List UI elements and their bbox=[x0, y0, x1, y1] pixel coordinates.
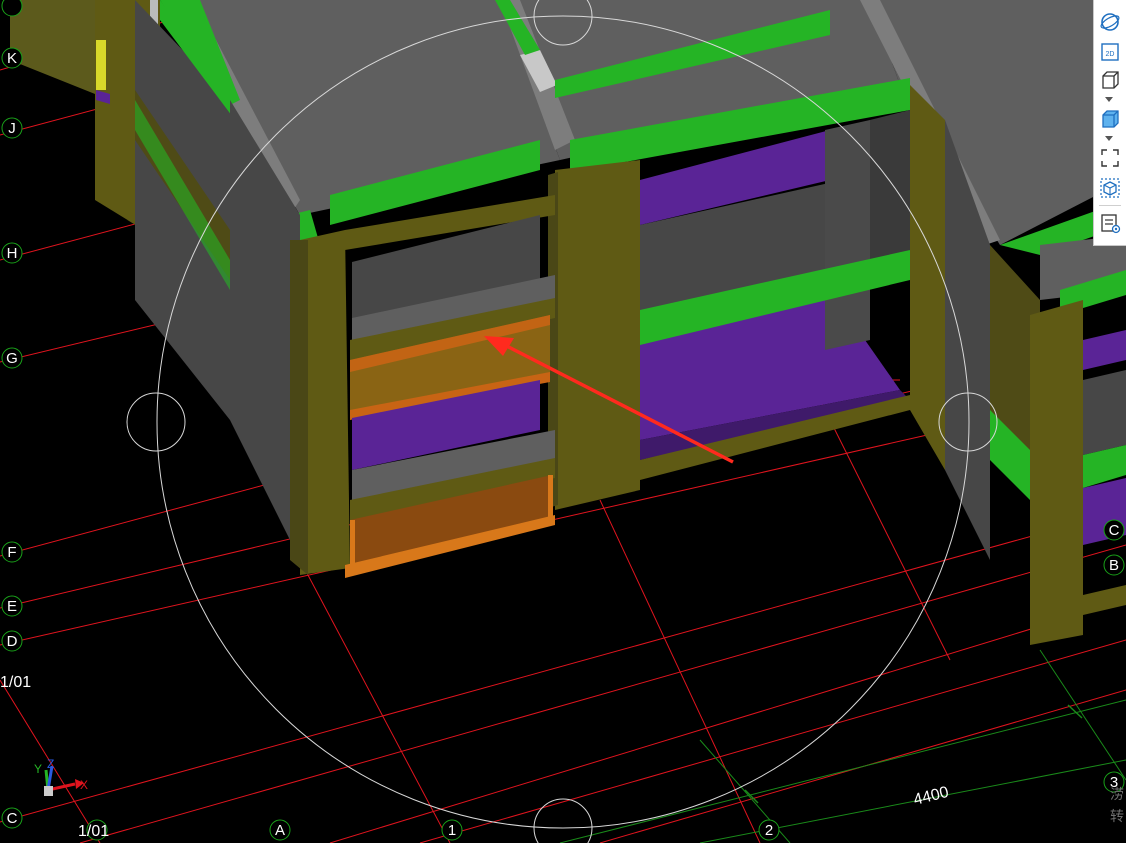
central-building bbox=[160, 0, 1126, 645]
scene-canvas[interactable]: K J H G F E D C A 1 2 3 B C 1/01 1/01 44… bbox=[0, 0, 1126, 843]
axis-label-e: E bbox=[7, 598, 17, 615]
zoom-extents-button[interactable] bbox=[1098, 146, 1122, 170]
interior-column-back bbox=[870, 110, 910, 260]
shaded-cube-icon bbox=[1102, 110, 1119, 128]
axis-label-j: J bbox=[8, 120, 16, 137]
grid-line-b bbox=[79, 544, 1126, 843]
far-front-column bbox=[1030, 300, 1083, 645]
right-column bbox=[910, 85, 945, 470]
axis-label-c: C bbox=[7, 810, 18, 827]
2d-view-button[interactable]: 2D bbox=[1098, 40, 1122, 64]
properties-panel-icon bbox=[1101, 214, 1121, 234]
axis-label-partial-row: 1/01 bbox=[0, 674, 31, 691]
ucs-z-label: Z bbox=[47, 757, 54, 771]
3d-model-viewport[interactable]: K J H G F E D C A 1 2 3 B C 1/01 1/01 44… bbox=[0, 0, 1126, 843]
axis-label-h: H bbox=[7, 245, 18, 262]
wireframe-view-button[interactable] bbox=[1098, 68, 1122, 92]
left-building-yellow-panel bbox=[96, 40, 106, 90]
front-left-column-side bbox=[290, 240, 308, 575]
right-edge-text-1: 涝 bbox=[1110, 787, 1124, 803]
orbit-button[interactable] bbox=[1098, 10, 1122, 34]
view-cube-icon bbox=[1100, 178, 1120, 198]
axis-label-d: D bbox=[7, 633, 18, 650]
toolbar-separator bbox=[1099, 205, 1121, 206]
grid-line-diag-4 bbox=[599, 499, 761, 843]
orbit-handle-left[interactable] bbox=[126, 392, 186, 452]
selected-component-lower-right-edge bbox=[548, 475, 553, 522]
ucs-icon: X Y Z bbox=[34, 757, 88, 796]
ucs-origin-box bbox=[44, 786, 53, 796]
orbit-sphere-icon bbox=[1100, 13, 1120, 31]
ucs-x-label: X bbox=[80, 778, 88, 792]
left-building bbox=[10, 0, 235, 420]
view-cube-button[interactable] bbox=[1098, 176, 1122, 200]
view-toolbar: 2D bbox=[1093, 0, 1126, 246]
2d-view-label: 2D bbox=[1106, 51, 1115, 58]
green-grid-line-3 bbox=[1039, 649, 1126, 781]
orbit-handle-bottom[interactable] bbox=[533, 798, 593, 843]
2d-view-icon: 2D bbox=[1101, 43, 1119, 61]
grid-line-a3 bbox=[419, 639, 1126, 843]
shaded-view-button[interactable] bbox=[1098, 107, 1122, 131]
axis-label-1: 1 bbox=[448, 822, 456, 839]
dimension-tick-left bbox=[744, 789, 759, 804]
ucs-y-label: Y bbox=[34, 762, 42, 776]
grid-line-a2 bbox=[329, 599, 1126, 843]
far-olive-beam bbox=[1083, 585, 1126, 615]
axis-label-partial-col: 1/01 bbox=[78, 823, 109, 840]
far-purple-1 bbox=[1083, 330, 1126, 370]
axis-label-k: K bbox=[7, 50, 17, 67]
wireframe-dropdown-caret-icon[interactable] bbox=[1105, 97, 1113, 102]
axis-label-b-right: B bbox=[1109, 557, 1119, 574]
grid-line-c bbox=[0, 509, 1126, 823]
right-edge-text-2: 转 bbox=[1110, 809, 1124, 825]
axis-label-g: G bbox=[6, 350, 18, 367]
properties-panel-button[interactable] bbox=[1098, 211, 1122, 235]
axis-label-a: A bbox=[275, 822, 285, 839]
axis-label-2: 2 bbox=[765, 822, 773, 839]
grid-line-diag-3 bbox=[299, 559, 451, 843]
central-column bbox=[555, 160, 640, 510]
axis-label-f: F bbox=[7, 544, 16, 561]
axis-bubble-top-partial bbox=[1, 0, 23, 17]
axis-label-c-right: C bbox=[1109, 522, 1120, 539]
selected-component-lower-left-edge bbox=[350, 520, 355, 575]
interior-column-mid bbox=[825, 120, 870, 350]
shaded-dropdown-caret-icon[interactable] bbox=[1105, 136, 1113, 141]
zoom-extents-icon bbox=[1101, 149, 1119, 167]
far-wall bbox=[1083, 370, 1126, 455]
wireframe-cube-icon bbox=[1102, 71, 1119, 89]
dimension-label: 4400 bbox=[912, 784, 951, 809]
